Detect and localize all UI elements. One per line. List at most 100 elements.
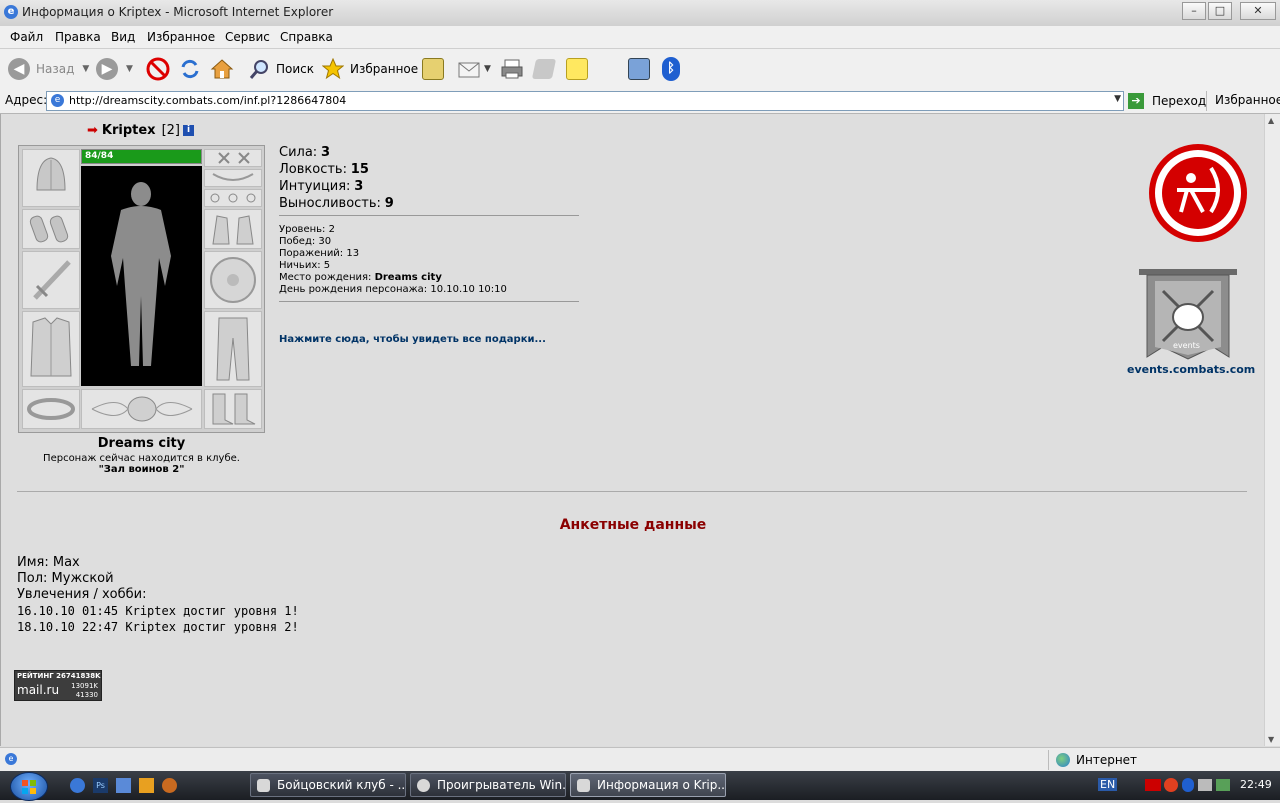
rating-counter[interactable]: РЕЙТИНГ 26741838K mail.ru 13091K 41330 — [14, 670, 102, 701]
info-level: Уровень: 2 — [279, 224, 335, 235]
scroll-up-icon[interactable]: ▲ — [1268, 116, 1274, 125]
refresh-button[interactable] — [178, 57, 202, 81]
helmet-slot[interactable] — [22, 149, 80, 207]
counter-line2: 41330 — [75, 691, 98, 699]
stop-button[interactable] — [146, 57, 170, 81]
scroll-down-icon[interactable]: ▼ — [1268, 735, 1274, 744]
fist-emblem-icon — [91, 396, 193, 422]
ie-icon: e — [4, 5, 18, 19]
search-button[interactable]: Поиск — [248, 57, 314, 81]
divider — [17, 491, 1247, 492]
ie-quicklaunch-icon[interactable] — [70, 778, 85, 793]
counter-brand: mail.ru — [17, 683, 60, 697]
bluetooth-button[interactable]: ᛒ — [662, 57, 680, 81]
archer-emblem[interactable] — [1147, 142, 1249, 244]
home-icon — [210, 59, 234, 79]
info-block: Уровень: 2 Побед: 30 Поражений: 13 Ничьи… — [279, 224, 507, 296]
forward-arrow-icon: ▶ — [96, 58, 118, 80]
counter-line1: 13091K — [71, 682, 98, 690]
emblem-slot[interactable] — [81, 389, 202, 429]
leggings-icon — [216, 317, 250, 381]
app-icon[interactable] — [162, 778, 177, 793]
location-block: Dreams city Персонаж сейчас находится в … — [18, 436, 265, 475]
task-media-player[interactable]: Проигрыватель Win... — [410, 773, 566, 797]
minimize-button[interactable]: – — [1182, 2, 1206, 20]
info-losses: Поражений: 13 — [279, 248, 360, 259]
messenger-button[interactable] — [628, 57, 650, 81]
weapon-slot[interactable] — [22, 251, 80, 309]
gloves-icon — [212, 215, 254, 245]
menu-view[interactable]: Вид — [111, 30, 135, 44]
edit-icon — [531, 59, 557, 79]
log-entry: 16.10.10 01:45 Kriptex достиг уровня 1! — [17, 604, 299, 618]
desktop-icon[interactable] — [116, 778, 131, 793]
menu-help[interactable]: Справка — [280, 30, 333, 44]
task-info-kriptex[interactable]: Информация о Krip... — [570, 773, 726, 797]
amulet-slot[interactable] — [204, 169, 262, 187]
chevron-down-icon: ▼ — [126, 64, 133, 74]
bracers-slot[interactable] — [22, 209, 80, 249]
tray-network-icon[interactable] — [1216, 779, 1230, 791]
tray-ati-icon[interactable] — [1145, 779, 1161, 791]
favorites-button[interactable]: Избранное — [322, 57, 418, 81]
boots-slot[interactable] — [204, 389, 262, 429]
menu-bar: Файл Правка Вид Избранное Сервис Справка — [0, 26, 1280, 71]
address-bar: Адрес: e http://dreamscity.combats.com/i… — [0, 89, 1280, 114]
menu-file[interactable]: Файл — [10, 30, 43, 44]
earrings-slot[interactable] — [204, 149, 262, 167]
maximize-button[interactable]: □ — [1208, 2, 1232, 20]
menu-edit[interactable]: Правка — [55, 30, 101, 44]
windows-logo-icon — [22, 780, 36, 794]
menu-favorites[interactable]: Избранное — [147, 30, 215, 44]
info-birthday: День рождения персонажа: 10.10.10 10:10 — [279, 284, 507, 295]
shield-slot[interactable] — [204, 251, 262, 309]
amulet-icon — [212, 173, 254, 181]
mail-icon — [458, 62, 480, 78]
tray-opera-icon[interactable] — [1164, 778, 1178, 792]
back-button[interactable]: ◀ Назад ▼ — [8, 57, 89, 81]
address-dropdown-icon[interactable]: ▼ — [1114, 94, 1121, 104]
address-url: http://dreamscity.combats.com/inf.pl?128… — [69, 94, 347, 107]
print-button[interactable] — [500, 57, 524, 81]
edit-button[interactable] — [531, 57, 557, 81]
go-button[interactable]: ➔ Переход — [1128, 91, 1206, 111]
info-icon[interactable]: i — [183, 125, 194, 136]
page-status-icon: e — [5, 753, 17, 765]
go-arrow-icon: ➔ — [1128, 93, 1144, 109]
vertical-scrollbar[interactable]: ▲ ▼ — [1264, 114, 1280, 746]
forward-button[interactable]: ▶ ▼ — [96, 57, 133, 81]
tray-bluetooth-icon[interactable] — [1182, 778, 1194, 792]
address-input[interactable]: e http://dreamscity.combats.com/inf.pl?1… — [46, 91, 1124, 111]
helmet-icon — [36, 157, 66, 191]
photoshop-icon[interactable]: Ps — [93, 778, 108, 793]
events-link[interactable]: events.combats.com — [1127, 363, 1255, 376]
globe-icon — [1056, 753, 1070, 767]
belt-slot[interactable] — [22, 389, 80, 429]
gloves-slot[interactable] — [204, 209, 262, 249]
tray-volume-icon[interactable] — [1198, 779, 1212, 791]
bluetooth-icon: ᛒ — [662, 57, 680, 81]
explorer-icon[interactable] — [139, 778, 154, 793]
counter-title: РЕЙТИНГ 26741838K — [17, 672, 101, 680]
home-button[interactable] — [210, 57, 234, 81]
language-indicator[interactable]: EN — [1098, 778, 1118, 791]
rings-slot[interactable] — [204, 189, 262, 207]
gifts-link[interactable]: Нажмите сюда, чтобы увидеть все подарки.… — [279, 334, 546, 345]
close-button[interactable]: ✕ — [1240, 2, 1276, 20]
start-button[interactable] — [10, 772, 48, 801]
task-fight-club[interactable]: Бойцовский клуб - ... — [250, 773, 406, 797]
events-banner[interactable]: events — [1137, 267, 1239, 363]
notes-button[interactable] — [566, 57, 588, 81]
media-player-icon — [417, 779, 430, 792]
leggings-slot[interactable] — [204, 311, 262, 387]
history-button[interactable] — [422, 57, 444, 81]
shield-icon — [210, 257, 256, 303]
favorites-link[interactable]: Избранное — [1215, 93, 1280, 107]
log-entry: 18.10.10 22:47 Kriptex достиг уровня 2! — [17, 620, 299, 634]
armor-slot[interactable] — [22, 311, 80, 387]
mail-button[interactable]: ▼ — [458, 57, 491, 81]
belt-icon — [27, 398, 75, 420]
menu-tools[interactable]: Сервис — [225, 30, 270, 44]
profile-name: Имя: Max — [17, 555, 80, 570]
events-banner-text: events — [1173, 341, 1200, 350]
